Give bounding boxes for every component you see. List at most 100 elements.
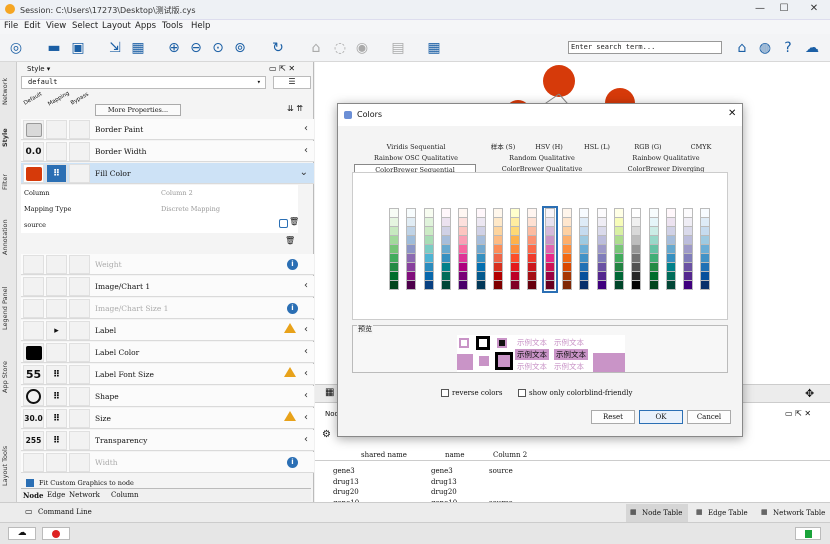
mapping-cell[interactable]: ⠿ — [46, 387, 67, 406]
color-swatch[interactable] — [665, 280, 676, 290]
default-cell[interactable]: 55 — [23, 365, 44, 384]
default-cell[interactable] — [23, 387, 44, 406]
menu-apps[interactable]: Apps — [135, 21, 156, 31]
mapping-cell[interactable]: ⠿ — [46, 431, 67, 450]
palette-column[interactable] — [596, 208, 607, 290]
menu-file[interactable]: File — [4, 21, 18, 31]
bypass-cell[interactable] — [69, 164, 90, 183]
cloud-icon[interactable]: ☁ — [8, 527, 36, 540]
property-row-weight[interactable]: Weight i — [21, 254, 314, 275]
more-properties-button[interactable]: More Properties... — [95, 104, 181, 116]
reset-button[interactable]: Reset — [591, 410, 635, 424]
bypass-cell[interactable] — [69, 120, 90, 139]
fit-graphics-checkbox[interactable] — [26, 479, 34, 487]
bypass-cell[interactable] — [69, 277, 90, 296]
close-icon[interactable]: ✕ — [728, 108, 736, 119]
color-swatch[interactable] — [440, 280, 451, 290]
default-cell[interactable] — [23, 321, 44, 340]
zoom-selected-icon[interactable]: ⊚ — [230, 38, 250, 58]
save-icon[interactable]: ▣ — [68, 38, 88, 58]
default-cell[interactable] — [23, 343, 44, 362]
style-menu-button[interactable]: ☰ — [273, 76, 311, 89]
bypass-cell[interactable] — [69, 365, 90, 384]
tab-hsl[interactable]: HSL (L) — [572, 142, 622, 152]
ok-button[interactable]: OK — [639, 410, 683, 424]
palette-column[interactable] — [406, 208, 417, 290]
mapping-type-value[interactable]: Discrete Mapping — [161, 205, 220, 213]
default-cell[interactable]: 30.0 — [23, 409, 44, 428]
info-icon[interactable]: i — [287, 259, 298, 270]
default-cell[interactable]: 255 — [23, 431, 44, 450]
mapping-cell[interactable] — [46, 120, 67, 139]
chevron-left-icon[interactable]: ‹ — [304, 434, 308, 445]
palette-column[interactable] — [475, 208, 486, 290]
mapping-cell[interactable] — [46, 453, 67, 472]
close-button[interactable]: ✕ — [806, 3, 822, 17]
style-label[interactable]: Style ▾ — [27, 65, 50, 73]
color-swatch[interactable] — [527, 280, 538, 290]
refresh-icon[interactable]: ↻ — [268, 38, 288, 58]
color-swatch[interactable] — [475, 280, 486, 290]
menu-tools[interactable]: Tools — [162, 21, 183, 31]
column-value[interactable]: Column 2 — [161, 189, 193, 197]
chevron-left-icon[interactable]: ‹ — [304, 280, 308, 291]
palette-column[interactable] — [440, 208, 451, 290]
menu-edit[interactable]: Edit — [24, 21, 40, 31]
color-swatch[interactable] — [458, 280, 469, 290]
chevron-left-icon[interactable]: ‹ — [304, 123, 308, 134]
default-cell[interactable] — [23, 164, 44, 183]
color-swatch[interactable] — [492, 280, 503, 290]
chevron-left-icon[interactable]: ‹ — [304, 145, 308, 156]
zoom-in-icon[interactable]: ⊕ — [164, 38, 184, 58]
color-swatch[interactable] — [423, 280, 434, 290]
tab-swatches[interactable]: 样本 (S) — [480, 142, 526, 152]
palette-column[interactable] — [631, 208, 642, 290]
palette-column[interactable] — [562, 208, 572, 290]
tab-node-table[interactable]: ▦ Node Table — [626, 504, 688, 522]
palette-column[interactable] — [683, 208, 694, 290]
menu-help[interactable]: Help — [191, 21, 210, 31]
table-row[interactable]: gene3 gene3 source — [333, 466, 633, 477]
bypass-cell[interactable] — [69, 299, 90, 318]
status-indicator-icon[interactable] — [795, 527, 821, 540]
tab-edge[interactable]: Edge — [47, 491, 65, 499]
palette-column[interactable] — [665, 208, 676, 290]
bypass-cell[interactable] — [69, 142, 90, 161]
command-line-tab[interactable]: Command Line — [38, 508, 92, 516]
bypass-cell[interactable] — [69, 343, 90, 362]
palette-column[interactable] — [527, 208, 538, 290]
default-cell[interactable] — [23, 453, 44, 472]
color-swatch[interactable] — [406, 280, 417, 290]
search-input[interactable]: Enter search term... — [568, 41, 722, 54]
tab-layout-tools[interactable]: Layout Tools — [1, 436, 16, 496]
network-icon[interactable]: ◎ — [6, 38, 26, 58]
tab-rainbow-osc-qualitative[interactable]: Rainbow OSC Qualitative — [352, 153, 480, 163]
reverse-colors-checkbox[interactable] — [441, 389, 449, 397]
info-icon[interactable]: i — [287, 457, 298, 468]
bypass-cell[interactable] — [69, 255, 90, 274]
style-selector[interactable]: default ▾ — [21, 76, 266, 89]
property-row-border-width[interactable]: 0.0 Border Width ‹ — [21, 141, 314, 162]
chevron-left-icon[interactable]: ‹ — [304, 324, 308, 335]
stop-icon[interactable] — [42, 527, 70, 540]
palette-column[interactable] — [579, 208, 590, 290]
column-header[interactable]: name — [445, 451, 464, 459]
palette-column[interactable] — [700, 208, 711, 290]
tab-hsv[interactable]: HSV (H) — [526, 142, 572, 152]
document-icon[interactable]: ▤ — [388, 38, 408, 58]
edit-mapping-icon[interactable] — [279, 219, 288, 228]
panel-controls-icon[interactable]: ▭ ⇱ ✕ — [785, 409, 811, 418]
property-row-border-paint[interactable]: Border Paint ‹ — [21, 119, 314, 140]
color-swatch[interactable] — [389, 280, 399, 290]
palette-column[interactable] — [492, 208, 503, 290]
collapse-icon[interactable]: ⇊ ⇈ — [287, 104, 303, 113]
menu-layout[interactable]: Layout — [102, 21, 131, 31]
default-cell[interactable] — [23, 299, 44, 318]
property-row-size[interactable]: 30.0 ⠿ Size ‹ — [21, 408, 314, 429]
palette-column[interactable] — [423, 208, 434, 290]
property-row-label[interactable]: ▸ Label ‹ — [21, 320, 314, 341]
mapping-cell[interactable] — [46, 255, 67, 274]
home-network-icon[interactable]: ⌂ — [306, 38, 326, 58]
warning-icon[interactable] — [284, 367, 296, 377]
zoom-fit-icon[interactable]: ⊙ — [208, 38, 228, 58]
